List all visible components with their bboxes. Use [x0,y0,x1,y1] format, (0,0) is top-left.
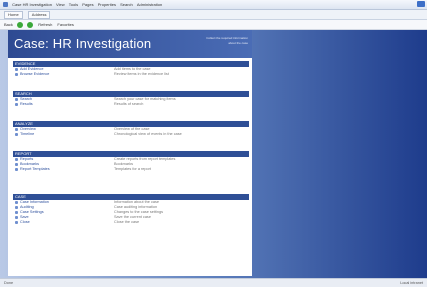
section-report: REPORT Reports Create reports from repor… [13,151,249,172]
list-item[interactable]: Report Templates Templates for a report [13,167,249,172]
nav-toolbar: Back Refresh Favorites [0,20,427,30]
link-close[interactable]: Close [20,220,30,225]
settings-icon [15,211,18,214]
back-arrow-icon[interactable] [17,21,24,28]
item-description: Chronological view of events in the case [114,132,182,136]
save-icon [15,216,18,219]
info-icon [15,201,18,204]
link-report-templates[interactable]: Report Templates [20,167,50,172]
audit-icon [15,206,18,209]
menu-pages[interactable]: Pages [82,0,93,9]
overview-icon [15,128,18,131]
menu-view[interactable]: View [56,0,65,9]
section-evidence: EVIDENCE Add Evidence Add items to the c… [13,61,249,77]
add-icon [15,68,18,71]
link-browse-evidence[interactable]: Browse Evidence [20,72,49,77]
bookmark-icon [15,163,18,166]
tab-toolbar: Home Address [0,10,427,20]
list-item[interactable]: Close Close the case [13,220,249,225]
refresh-button[interactable]: Refresh [38,20,52,29]
item-description: Review items in the evidence list [114,72,169,76]
menu-tools[interactable]: Tools [69,0,78,9]
title-segment: Case HR Investigation [12,2,52,7]
page-subtitle: Collect the required information about t… [168,36,248,46]
section-search: SEARCH Search Search your case for match… [13,91,249,107]
tab-address[interactable]: Address [27,11,51,19]
favorites-button[interactable]: Favorites [57,20,73,29]
section-analyze: ANALYZE Overview Overview of the case Ti… [13,121,249,137]
timeline-icon [15,133,18,136]
report-icon [15,158,18,161]
close-icon[interactable] [417,1,425,7]
case-panel: Case: HR Investigation Collect the requi… [8,30,252,276]
back-button[interactable]: Back [4,20,13,29]
page-header: Case: HR Investigation Collect the requi… [8,30,252,58]
link-timeline[interactable]: Timeline [20,132,34,137]
forward-arrow-icon[interactable] [27,21,34,28]
section-case: CASE Case Information Information about … [13,194,249,225]
item-description: Close the case [114,220,140,224]
list-item[interactable]: Results Results of search [13,102,249,107]
tab-home[interactable]: Home [4,11,23,19]
item-description: Templates for a report [114,167,151,171]
search-icon [15,98,18,101]
menu-search[interactable]: Search [120,0,133,9]
item-description: Results of search [114,102,144,106]
close-case-icon [15,221,18,224]
menu-administration[interactable]: Administration [137,0,162,9]
page-title: Case: HR Investigation [14,36,152,51]
app-icon [3,2,8,8]
list-item[interactable]: Timeline Chronological view of events in… [13,132,249,137]
browse-icon [15,73,18,76]
results-icon [15,103,18,106]
window-title-bar: Case HR Investigation View Tools Pages P… [0,0,427,10]
template-icon [15,168,18,171]
link-results[interactable]: Results [20,102,33,107]
page-subtitle-line2: about the case [228,41,248,45]
menu-properties[interactable]: Properties [98,0,116,9]
list-item[interactable]: Browse Evidence Review items in the evid… [13,72,249,77]
